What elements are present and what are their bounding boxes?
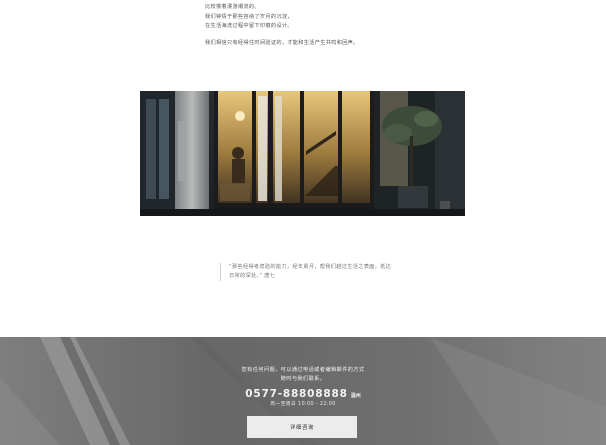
city-label: 温州 [350, 393, 361, 399]
phone-number[interactable]: 0577-88808888 温州 [0, 388, 606, 400]
intro-line-1: 比较慢着漫游潮流的。 [205, 4, 260, 10]
business-hours: 周一至周日 10:00 - 22:00 [270, 402, 336, 407]
intro-line-2: 我们钟情于那些容纳了岁月的沉淀， [205, 13, 293, 20]
contact-line-1: 您有任何问题，可以通过电话或者编辑邮件的方式 [241, 367, 365, 373]
storefront-photo [140, 91, 465, 216]
contact-footer: 您有任何问题，可以通过电话或者编辑邮件的方式 随时与我们联系。 0577-888… [0, 337, 606, 445]
intro-text: 比较慢着漫游潮流的。 我们钟情于那些容纳了岁月的沉淀， 在生活海洗过程中留下印痕… [205, 3, 359, 48]
testimonial-quote: “那些经得考虑验的能力，经年累月，帮我们越过生活之表面，抵达日常的深处。” 唐七 [220, 263, 394, 281]
intro-closing: 我们相信只有经得住时间验证的，才能和生活产生共鸣和回声。 [205, 39, 359, 46]
consult-button[interactable]: 详细咨询 [247, 416, 357, 438]
phone-text[interactable]: 0577-88808888 [245, 388, 347, 400]
intro-line-3: 在生活海洗过程中留下印痕的设计。 [205, 23, 293, 30]
contact-note: 您有任何问题，可以通过电话或者编辑邮件的方式 随时与我们联系。 [0, 366, 606, 383]
contact-line-2: 随时与我们联系。 [280, 375, 326, 382]
quote-text: “那些经得考虑验的能力，经年累月，帮我们越过生活之表面，抵达日常的深处。” 唐七 [229, 264, 392, 279]
